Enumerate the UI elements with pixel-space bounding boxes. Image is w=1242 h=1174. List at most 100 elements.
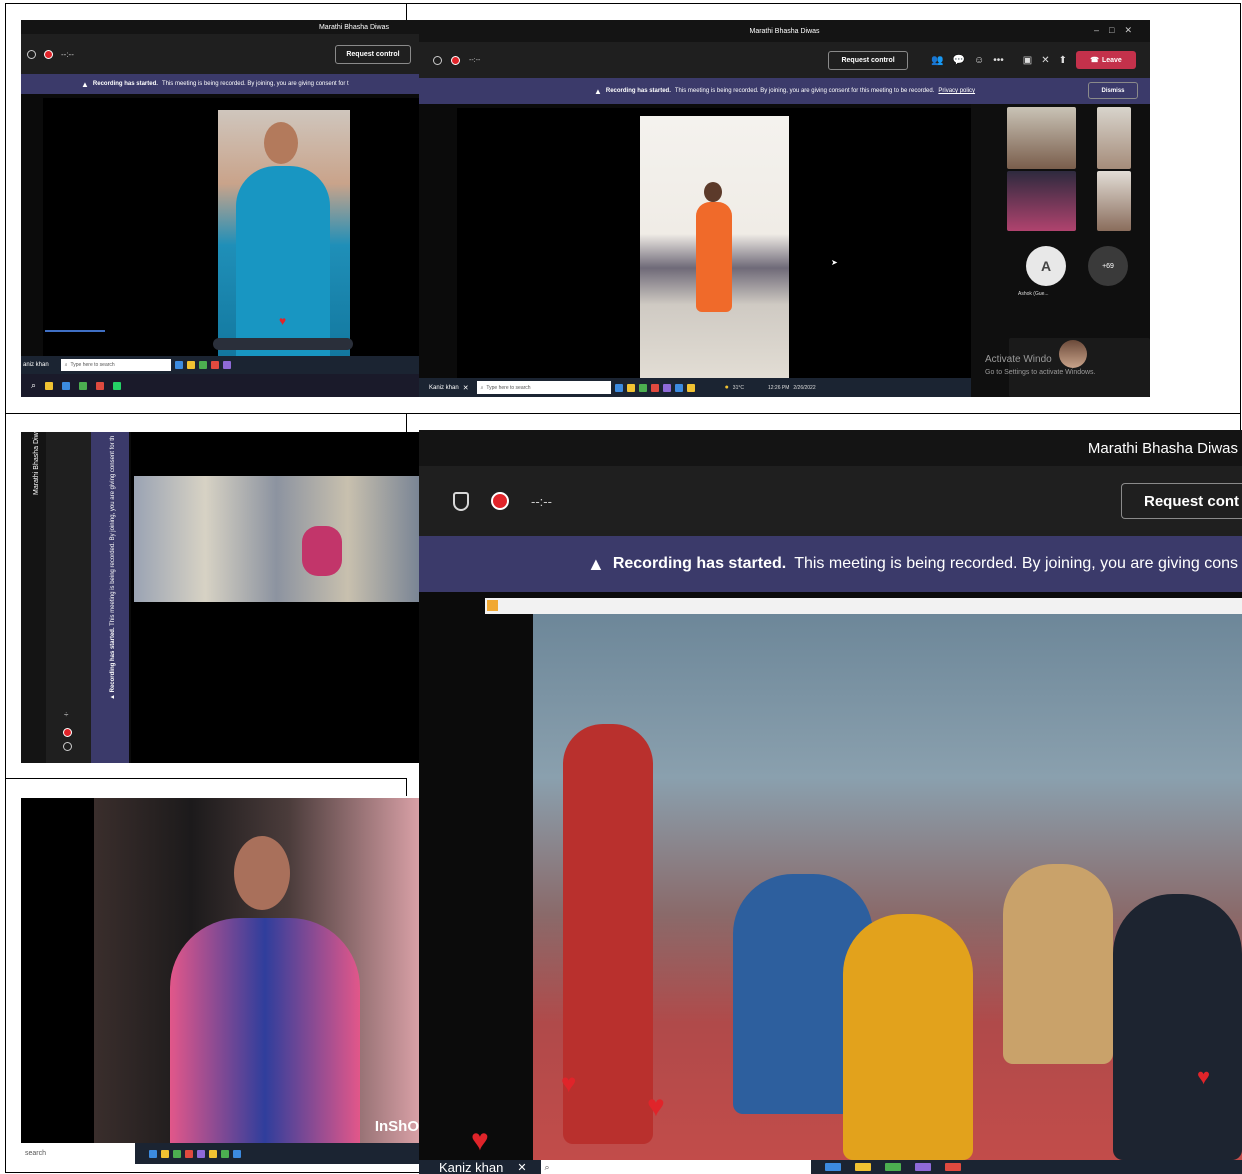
search-icon: ⌕ (544, 1161, 550, 1172)
request-control-label: Request cont (1144, 492, 1240, 510)
progress-bar[interactable] (45, 330, 105, 332)
app-icon[interactable] (662, 383, 671, 392)
app-icon[interactable] (149, 1149, 157, 1158)
app-icon[interactable] (854, 1163, 871, 1171)
divider-col-mid (406, 413, 407, 433)
more-options-icon[interactable]: ••• (993, 55, 1004, 66)
meeting-timer: ÷ (64, 710, 69, 719)
privacy-policy-link[interactable]: Privacy policy (938, 88, 975, 94)
player-controls[interactable] (213, 338, 353, 350)
request-control-button[interactable]: Request control (828, 50, 909, 70)
shield-icon (63, 742, 72, 751)
search-icon: ⌕ (480, 384, 484, 391)
activate-windows-subtitle: Go to Settings to activate Windows. (985, 369, 1096, 376)
app-icon[interactable] (79, 381, 88, 390)
person-head (704, 182, 722, 202)
record-icon (44, 49, 53, 59)
app-icon[interactable] (638, 383, 647, 392)
app-icon[interactable] (650, 383, 659, 392)
app-icon[interactable] (161, 1149, 169, 1158)
share-icon[interactable]: ⬆ (1059, 55, 1067, 66)
app-icon[interactable] (626, 383, 635, 392)
search-icon[interactable]: ⌕ (31, 380, 36, 391)
recording-banner: ▲ Recording has started. This meeting is… (21, 74, 419, 94)
app-icon[interactable] (62, 381, 71, 390)
screenshot-panel-1: Marathi Bhasha Diwas --:-- Request contr… (21, 20, 419, 397)
app-icon[interactable] (614, 383, 623, 392)
dismiss-button[interactable]: Dismiss (1088, 82, 1138, 99)
screenshot-panel-3: Marathi Bhasha Diwas ÷ ▲ Recording has s… (21, 432, 419, 763)
warning-icon: ▲ (81, 79, 89, 89)
people-icon[interactable]: 👥 (931, 55, 943, 66)
shield-icon (453, 491, 469, 511)
taskbar-search[interactable]: ⌕ (540, 1160, 811, 1174)
app-icon[interactable] (222, 361, 231, 369)
video-frame-dancer (640, 116, 789, 378)
request-control-button[interactable]: Request cont (1121, 483, 1242, 519)
app-icon[interactable] (233, 1149, 241, 1158)
person-seated (1003, 864, 1113, 1064)
guest-name-label: Ashok (Gue... (1018, 291, 1049, 297)
video-window-header (485, 598, 1242, 614)
inshot-watermark: InShO (374, 1118, 419, 1135)
video-frame-corridor (134, 476, 419, 602)
app-icon[interactable] (197, 1149, 205, 1158)
person-head (234, 836, 290, 910)
shield-icon (433, 55, 442, 65)
record-icon (451, 55, 460, 65)
heart-reaction-icon: ♥ (279, 314, 287, 328)
leave-button[interactable]: ☎ Leave (1076, 51, 1136, 69)
recording-consent-text: This meeting is being recorded. By joini… (110, 435, 116, 626)
clock-time: 12:26 PM (767, 384, 790, 391)
rotated-toolbar: ÷ (46, 432, 91, 763)
weather-temperature: 31°C (732, 384, 744, 391)
app-icon[interactable] (174, 361, 183, 369)
app-icon[interactable] (185, 1149, 193, 1158)
app-icon[interactable] (198, 361, 207, 369)
request-control-button[interactable]: Request control (335, 44, 411, 64)
taskbar-search[interactable]: ⌕ Type here to search (60, 359, 171, 371)
clock-date: 2/26/2022 (793, 384, 816, 391)
app-icon[interactable] (113, 381, 122, 390)
reactions-icon[interactable]: ☺ (974, 55, 984, 66)
more-participants-button[interactable]: +69 (1088, 246, 1128, 286)
meeting-timer: --:-- (531, 493, 552, 509)
video-frame-gathering (533, 614, 1242, 1160)
app-icon[interactable] (221, 1149, 229, 1158)
guest-avatar: A (1026, 246, 1066, 286)
meeting-title: Marathi Bhasha Diwas (318, 23, 389, 31)
app-icon[interactable] (944, 1163, 961, 1171)
rotated-banner-text: ▲ Recording has started. This meeting is… (110, 436, 116, 700)
app-icon[interactable] (914, 1163, 931, 1171)
app-icon[interactable] (209, 1149, 217, 1158)
warning-icon: ▲ (110, 692, 116, 700)
app-icon[interactable] (686, 383, 695, 392)
app-icon[interactable] (173, 1149, 181, 1158)
search-icon: ⌕ (64, 362, 68, 368)
search-placeholder: Type here to search (70, 362, 115, 368)
camera-off-icon[interactable]: ▣ (1023, 55, 1032, 66)
app-icon[interactable] (96, 381, 105, 390)
meeting-timer: --:-- (469, 56, 481, 64)
search-placeholder: Type here to search (486, 384, 531, 391)
app-icon[interactable] (45, 381, 54, 390)
shared-screen (43, 98, 419, 356)
screenshot-panel-2: Marathi Bhasha Diwas –□✕ --:-- Request c… (419, 20, 1150, 397)
app-icon[interactable] (210, 361, 219, 369)
taskbar-search[interactable]: ⌕ Type here to search (476, 381, 611, 394)
record-icon (63, 728, 72, 737)
taskbar-search[interactable]: search (21, 1143, 135, 1164)
app-icon[interactable] (824, 1163, 841, 1171)
record-icon (491, 492, 509, 510)
warning-icon: ▲ (587, 553, 605, 574)
app-icon[interactable] (884, 1163, 901, 1171)
app-icon[interactable] (186, 361, 195, 369)
rotated-recording-banner: ▲ Recording has started. This meeting is… (91, 432, 129, 763)
chat-icon[interactable]: 💬 (953, 55, 965, 66)
window-controls[interactable]: –□✕ (1094, 25, 1142, 36)
more-participants-count: +69 (1102, 262, 1114, 270)
person-seated (843, 914, 973, 1160)
app-icon[interactable] (674, 383, 683, 392)
mic-off-icon[interactable]: ✕ (1041, 55, 1049, 66)
guest-initial: A (1040, 258, 1052, 274)
